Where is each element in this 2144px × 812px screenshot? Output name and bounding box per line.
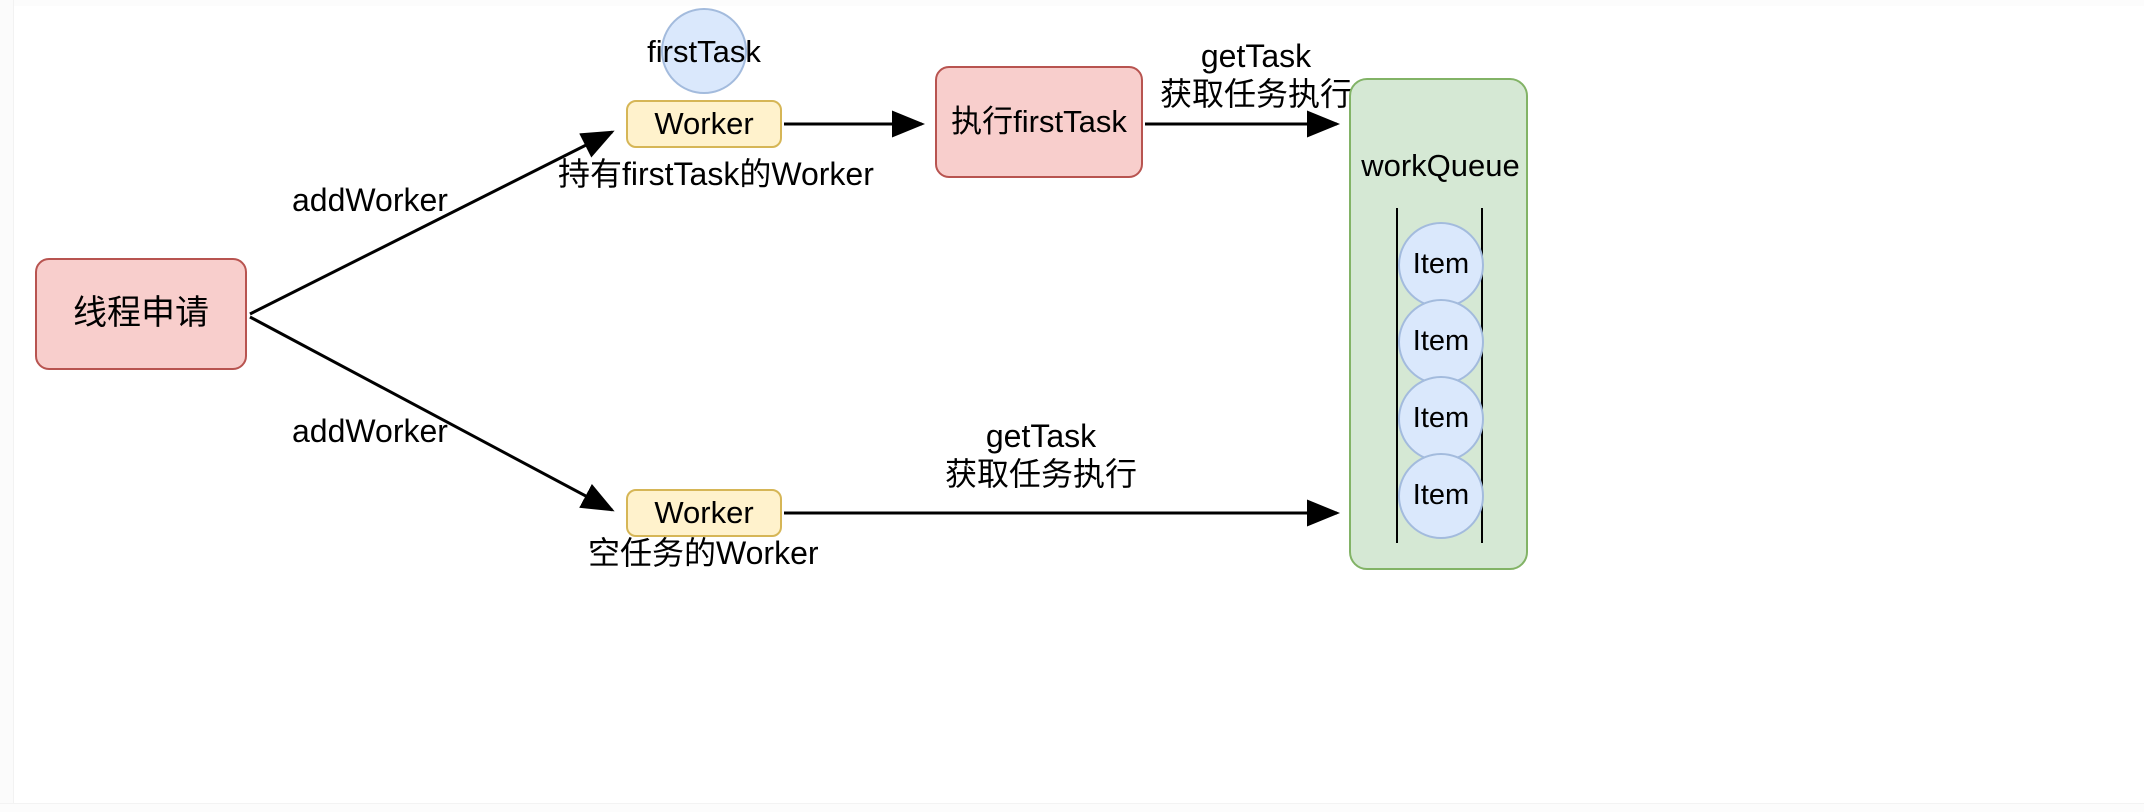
node-first-task-label: firstTask xyxy=(647,34,761,70)
canvas-bottom-gutter xyxy=(0,803,2144,812)
diagram-canvas: 线程申请 firstTask Worker Worker 执行firstTask… xyxy=(0,0,2144,812)
queue-item[interactable]: Item xyxy=(1398,222,1484,308)
node-exec-first-task[interactable]: 执行firstTask xyxy=(935,66,1143,178)
canvas-top-gutter xyxy=(0,0,2144,6)
node-exec-first-task-label: 执行firstTask xyxy=(951,104,1127,140)
node-first-task[interactable]: firstTask xyxy=(647,8,761,94)
canvas-left-gutter xyxy=(0,0,14,812)
edge-label-get-task-bottom: getTask 获取任务执行 xyxy=(945,418,1138,492)
node-thread-apply[interactable]: 线程申请 xyxy=(35,258,247,370)
queue-item-label: Item xyxy=(1412,248,1470,281)
queue-item-label: Item xyxy=(1412,479,1470,512)
queue-item[interactable]: Item xyxy=(1398,299,1484,385)
edge-label-add-worker-bottom: addWorker xyxy=(292,413,448,449)
edge-label-get-task-top: getTask 获取任务执行 xyxy=(1160,38,1353,112)
queue-item-label: Item xyxy=(1412,402,1470,435)
node-worker-top[interactable]: Worker xyxy=(626,100,782,148)
queue-item[interactable]: Item xyxy=(1398,376,1484,462)
node-work-queue[interactable]: workQueue Item Item Item Item xyxy=(1349,78,1528,570)
edge-label-hold-first-task-worker: 持有firstTask的Worker xyxy=(558,156,874,192)
queue-item-label: Item xyxy=(1412,325,1470,358)
node-worker-bottom[interactable]: Worker xyxy=(626,489,782,537)
node-thread-apply-label: 线程申请 xyxy=(73,294,209,333)
node-worker-bottom-label: Worker xyxy=(654,495,754,531)
queue-item[interactable]: Item xyxy=(1398,453,1484,539)
node-work-queue-label: workQueue xyxy=(1361,148,1520,183)
edge-label-add-worker-top: addWorker xyxy=(292,182,448,218)
edge-label-empty-task-worker: 空任务的Worker xyxy=(588,535,819,571)
node-worker-top-label: Worker xyxy=(654,106,754,142)
